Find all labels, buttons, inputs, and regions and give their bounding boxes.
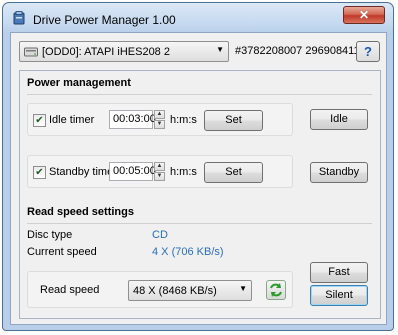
refresh-button[interactable] (266, 280, 286, 300)
idle-timer-unit: h:m:s (170, 114, 197, 126)
disc-type-label: Disc type (27, 229, 73, 241)
chevron-down-icon: ▼ (239, 284, 247, 293)
refresh-icon (270, 283, 282, 297)
main-window: Drive Power Manager 1.00 ✕ [ODD0]: ATAPI… (2, 2, 394, 331)
standby-timer-checkbox[interactable]: ✔ (33, 166, 46, 179)
window-title: Drive Power Manager 1.00 (33, 13, 176, 27)
app-icon (13, 11, 25, 25)
help-button[interactable]: ? (356, 41, 380, 62)
read-speed-group: Read speed 48 X (8468 KB/s) ▼ (27, 271, 293, 308)
close-button[interactable]: ✕ (343, 6, 385, 24)
power-divider (27, 94, 372, 95)
read-speed-divider (27, 223, 372, 224)
read-speed-select-value: 48 X (8468 KB/s) (133, 285, 217, 297)
standby-timer-input[interactable]: 00:05:00 (109, 162, 156, 181)
standby-set-button[interactable]: Set (204, 162, 263, 183)
idle-button[interactable]: Idle (310, 109, 368, 130)
spin-up-icon[interactable]: ▲ (154, 110, 165, 119)
read-speed-label: Read speed (40, 284, 100, 296)
idle-timer-checkbox[interactable]: ✔ (33, 114, 46, 127)
current-speed-value: 4 X (706 KB/s) (152, 246, 224, 258)
settings-panel: Power management ✔ Idle timer 00:03:00 ▲… (19, 70, 381, 319)
standby-timer-unit: h:m:s (170, 166, 197, 178)
idle-timer-label: Idle timer (49, 114, 95, 126)
power-management-heading: Power management (27, 77, 131, 89)
drive-select-value: [ODD0]: ATAPI iHES208 2 (42, 46, 170, 58)
idle-timer-input[interactable]: 00:03:00 (109, 110, 156, 129)
chevron-down-icon: ▼ (216, 45, 224, 54)
silent-button[interactable]: Silent (310, 285, 368, 306)
close-icon: ✕ (358, 8, 370, 22)
optical-drive-icon (24, 47, 38, 57)
current-speed-label: Current speed (27, 246, 97, 258)
help-icon: ? (364, 44, 372, 59)
title-bar[interactable]: Drive Power Manager 1.00 ✕ (3, 3, 393, 31)
client-area: [ODD0]: ATAPI iHES208 2 ▼ #3782208007 29… (10, 32, 387, 325)
read-speed-select[interactable]: 48 X (8468 KB/s) ▼ (128, 280, 252, 301)
idle-timer-spinner[interactable]: ▲ ▼ (154, 110, 165, 129)
standby-timer-label: Standby timer (49, 166, 117, 178)
disc-type-value: CD (152, 229, 168, 241)
drive-select[interactable]: [ODD0]: ATAPI iHES208 2 ▼ (19, 41, 229, 62)
read-speed-heading: Read speed settings (27, 206, 134, 218)
fast-button[interactable]: Fast (310, 262, 368, 283)
standby-button[interactable]: Standby (310, 162, 368, 183)
spin-down-icon[interactable]: ▼ (154, 172, 165, 181)
idle-set-button[interactable]: Set (204, 110, 263, 131)
spin-down-icon[interactable]: ▼ (154, 120, 165, 129)
spin-up-icon[interactable]: ▲ (154, 162, 165, 171)
standby-timer-spinner[interactable]: ▲ ▼ (154, 162, 165, 181)
drive-serial: #3782208007 296908411 (235, 45, 360, 57)
idle-timer-group: ✔ Idle timer 00:03:00 ▲ ▼ h:m:s Set (27, 103, 293, 136)
standby-timer-group: ✔ Standby timer 00:05:00 ▲ ▼ h:m:s Set (27, 155, 293, 188)
